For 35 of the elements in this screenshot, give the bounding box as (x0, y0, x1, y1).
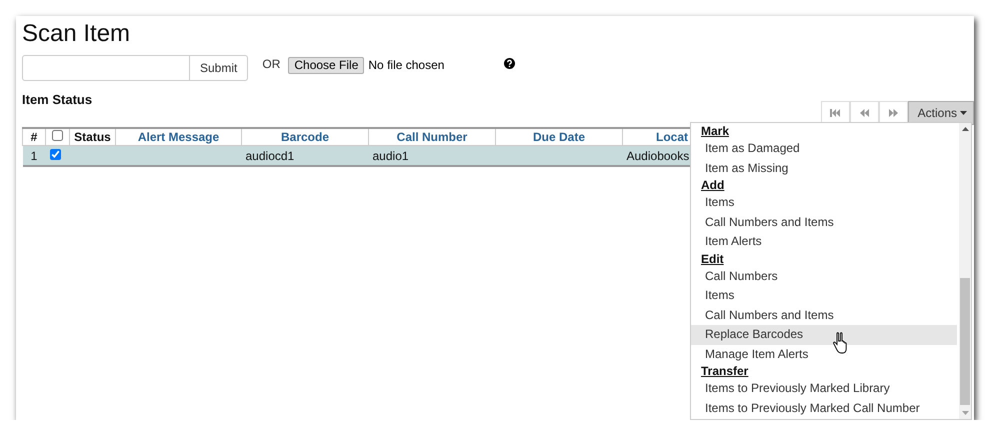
menu-item[interactable]: Call Numbers (691, 266, 957, 286)
menu-item[interactable]: Call Numbers and Items (691, 212, 957, 232)
menu-item[interactable]: Items (691, 193, 957, 212)
menu-item[interactable]: Manage Item Alerts (691, 344, 957, 364)
table-cell: Audiobooks (626, 148, 690, 162)
menu-item[interactable]: Items to Previously Marked Library (691, 379, 957, 398)
fast-forward-icon (888, 109, 898, 117)
skip-back-icon (830, 109, 841, 117)
page-title: Scan Item (22, 19, 132, 48)
section-title: Item Status (22, 92, 92, 107)
table-cell: audiocd1 (242, 146, 368, 166)
menu-heading: Add (701, 178, 724, 193)
submit-button[interactable]: Submit (190, 55, 248, 81)
table-cell: audio1 (368, 146, 496, 166)
file-status: No file chosen (368, 58, 444, 72)
caret-icon (960, 111, 967, 115)
menu-heading: Mark (701, 124, 730, 139)
select-all-checkbox[interactable] (52, 130, 63, 141)
scroll-up-icon[interactable] (962, 127, 968, 131)
rewind-icon (860, 109, 869, 117)
row-checkbox[interactable] (50, 148, 60, 160)
menu-item[interactable]: Items (691, 286, 957, 306)
menu-heading: Edit (701, 252, 724, 266)
table-cell: 1 (22, 146, 46, 166)
menu-item[interactable]: Item Alerts (691, 232, 957, 252)
scroll-down-icon[interactable] (962, 411, 968, 415)
help-icon[interactable] (504, 58, 516, 68)
or-label: OR (262, 57, 280, 71)
menu-item[interactable]: Call Numbers and Items (691, 306, 957, 325)
hand-cursor-icon (833, 332, 847, 354)
scrollbar[interactable] (959, 123, 971, 419)
menu-heading: Transfer (701, 364, 748, 379)
barcode-input[interactable] (22, 55, 190, 81)
choose-file-button[interactable]: Choose File (288, 56, 364, 74)
menu-item[interactable]: Items to Previously Marked Call Number (691, 398, 957, 418)
